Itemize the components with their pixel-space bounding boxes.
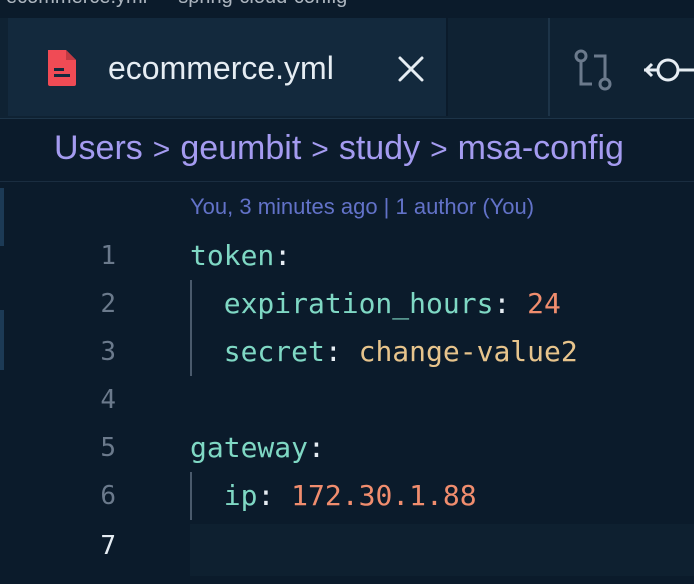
yaml-colon: : <box>257 479 292 512</box>
breadcrumb-item-msa-config[interactable]: msa-config <box>458 129 624 167</box>
line-number-active: 7 <box>100 531 116 561</box>
breadcrumb-item-geumbit[interactable]: geumbit <box>180 129 301 167</box>
yaml-key: ip <box>223 479 258 512</box>
line-number: 1 <box>100 241 116 271</box>
line-number: 6 <box>100 481 116 511</box>
breadcrumb-item-users[interactable]: Users <box>54 129 143 167</box>
editor-tab-bar: ecommerce.yml <box>0 18 694 119</box>
code-line: 4 <box>0 376 694 424</box>
yaml-key: secret <box>223 335 325 368</box>
chevron-right-icon: > <box>311 133 329 166</box>
code-line: 5 gateway: <box>0 424 694 472</box>
git-blame-annotation[interactable]: You, 3 minutes ago | 1 author (You) <box>190 194 534 220</box>
code-editor[interactable]: You, 3 minutes ago | 1 author (You) 1 to… <box>0 182 694 584</box>
breadcrumb: Users > geumbit > study > msa-config <box>0 119 694 182</box>
line-number: 3 <box>100 337 116 367</box>
line-number: 5 <box>100 433 116 463</box>
chevron-right-icon: > <box>152 133 171 166</box>
close-icon[interactable] <box>396 54 426 89</box>
code-line: 1 token: <box>0 232 694 280</box>
yaml-value: 24 <box>527 287 561 320</box>
yaml-value: change-value2 <box>358 335 578 368</box>
yaml-key: token <box>190 239 275 272</box>
yaml-value: 172.30.1.88 <box>291 479 477 512</box>
tab-label: ecommerce.yml <box>108 50 334 86</box>
yaml-colon: : <box>493 287 528 320</box>
code-line: 3 secret: change-value2 <box>0 328 694 376</box>
yaml-colon: : <box>274 239 292 272</box>
breadcrumb-item-study[interactable]: study <box>339 129 420 167</box>
yaml-key: gateway <box>190 431 309 464</box>
code-line: 2 expiration_hours: 24 <box>0 280 694 328</box>
code-line: 6 ip: 172.30.1.88 <box>0 472 694 520</box>
line-number: 2 <box>100 289 116 319</box>
yaml-colon: : <box>308 431 325 464</box>
line-number: 4 <box>100 385 116 415</box>
window-title: ecommerce.yml — spring-cloud-config <box>6 0 347 9</box>
code-line: 7 <box>0 522 694 570</box>
chevron-right-icon: > <box>430 133 448 166</box>
yaml-colon: : <box>324 335 359 368</box>
window-title-bar: ecommerce.yml — spring-cloud-config <box>0 0 694 18</box>
compare-changes-icon[interactable] <box>572 48 614 97</box>
tab-separator <box>548 18 550 116</box>
yaml-key: expiration_hours <box>223 287 494 320</box>
git-commit-icon[interactable] <box>642 52 694 93</box>
tab-ecommerce-yml[interactable]: ecommerce.yml <box>8 18 448 116</box>
yaml-file-icon <box>44 48 80 93</box>
